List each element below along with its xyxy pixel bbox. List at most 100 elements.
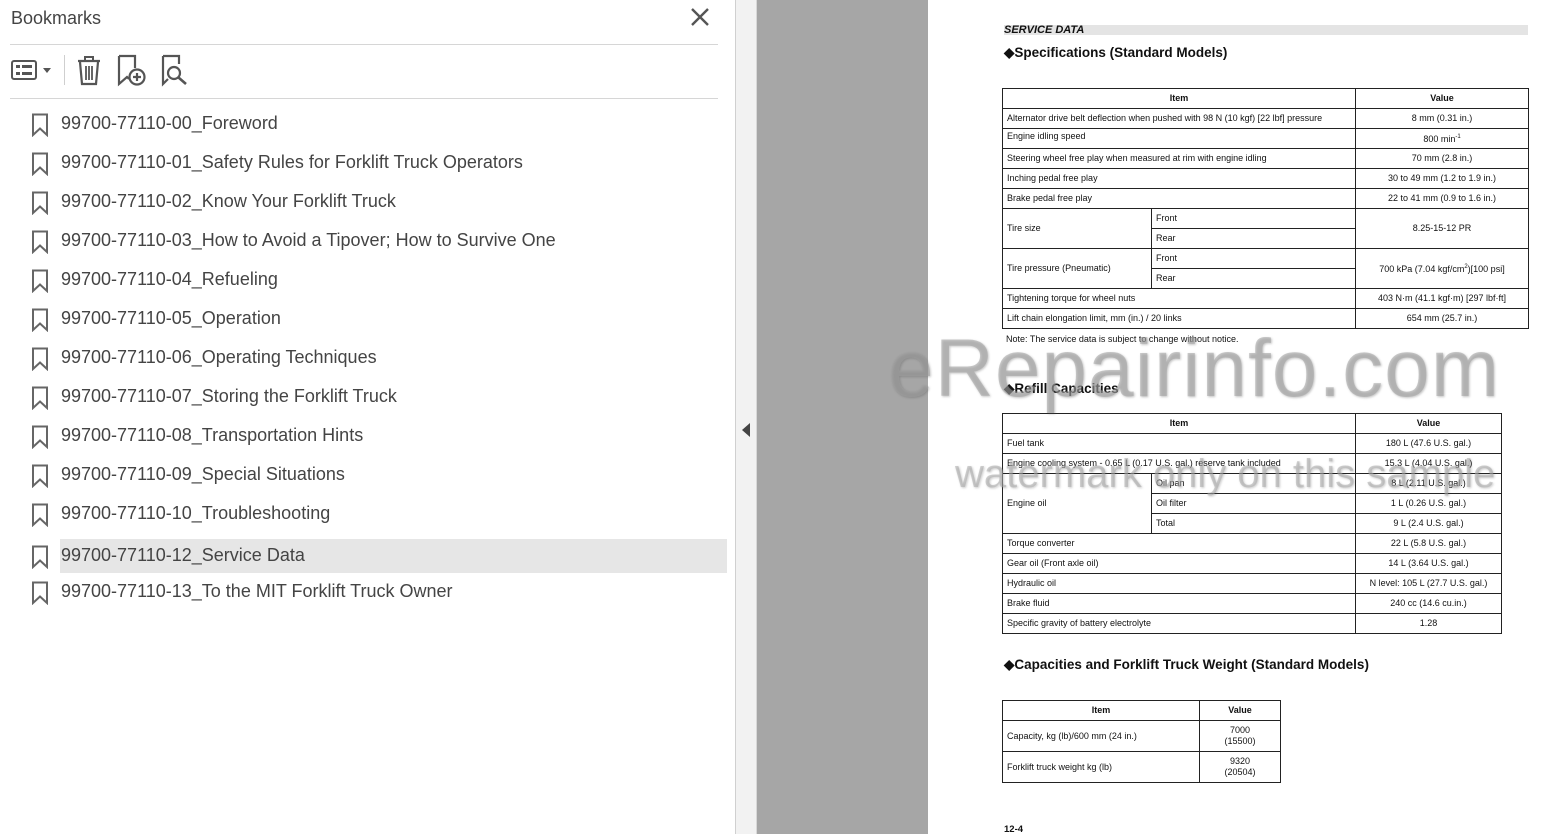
cell-subitem: Rear: [1151, 268, 1356, 289]
options-menu-icon[interactable]: [10, 52, 54, 88]
bookmark-item-special-situations[interactable]: 99700-77110-09_Special Situations: [0, 458, 727, 492]
cell-value: 70 mm (2.8 in.): [1355, 148, 1529, 169]
bookmark-item-operation[interactable]: 99700-77110-05_Operation: [0, 302, 727, 336]
table-row: Steering wheel free play when measured a…: [1002, 148, 1529, 169]
cell-value: 22 to 41 mm (0.9 to 1.6 in.): [1355, 188, 1529, 209]
value-text: 800 min: [1423, 134, 1456, 144]
divider: [10, 98, 718, 99]
column-header: Item: [1002, 88, 1356, 109]
bookmark-label: 99700-77110-07_Storing the Forklift Truc…: [61, 386, 397, 406]
new-bookmark-icon[interactable]: [114, 52, 148, 88]
cell-item: Fuel tank: [1002, 433, 1356, 454]
toolbar-divider: [64, 55, 65, 85]
table-row: Fuel tank 180 L (47.6 U.S. gal.): [1002, 433, 1502, 454]
cell-item: Tightening torque for wheel nuts: [1002, 288, 1356, 309]
bookmark-item-tipover[interactable]: 99700-77110-03_How to Avoid a Tipover; H…: [0, 224, 727, 258]
bookmark-icon: [32, 191, 48, 215]
bookmark-item-troubleshooting[interactable]: 99700-77110-10_Troubleshooting: [0, 497, 727, 531]
bookmark-label: 99700-77110-05_Operation: [61, 308, 281, 328]
bookmark-icon: [32, 347, 48, 371]
bookmark-icon: [32, 269, 48, 293]
bookmark-item-service-data[interactable]: 99700-77110-12_Service Data: [0, 539, 727, 573]
cell-value: 700 kPa (7.04 kgf/cm2)[100 psi]: [1355, 248, 1529, 289]
cell-item: Hydraulic oil: [1002, 573, 1356, 594]
column-header: Value: [1355, 88, 1529, 109]
cell-value: 403 N·m (41.1 kgf·m) [297 lbf·ft]: [1355, 288, 1529, 309]
table-row: Brake fluid 240 cc (14.6 cu.in.): [1002, 593, 1502, 614]
bookmark-icon: [32, 386, 48, 410]
watermark-logo: eRepairinfo.com: [888, 323, 1501, 414]
table-header-row: Item Value: [1002, 413, 1502, 434]
cell-value: 1.28: [1355, 613, 1502, 634]
table-header-row: Item Value: [1002, 88, 1529, 109]
cell-subitem: Total: [1151, 513, 1356, 534]
bookmark-label: 99700-77110-01_Safety Rules for Forklift…: [61, 152, 523, 172]
panel-splitter[interactable]: [736, 0, 757, 834]
cell-value: 8 mm (0.31 in.): [1355, 108, 1529, 129]
bookmark-item-storing[interactable]: 99700-77110-07_Storing the Forklift Truc…: [0, 380, 727, 414]
bookmark-icon: [32, 464, 48, 488]
value-superscript: -1: [1455, 134, 1461, 140]
cell-value: 14 L (3.64 U.S. gal.): [1355, 553, 1502, 574]
watermark-text: watermark only on this sample: [955, 452, 1496, 496]
bookmark-label: 99700-77110-04_Refueling: [61, 269, 278, 289]
bookmark-item-safety-rules[interactable]: 99700-77110-01_Safety Rules for Forklift…: [0, 146, 727, 180]
section-header: SERVICE DATA: [1004, 24, 1085, 36]
delete-bookmark-icon[interactable]: [74, 52, 104, 88]
cell-value: 9 L (2.4 U.S. gal.): [1355, 513, 1502, 534]
cell-value: 8.25-15-12 PR: [1355, 208, 1529, 249]
bookmark-icon: [32, 230, 48, 254]
table-row: Inching pedal free play 30 to 49 mm (1.2…: [1002, 168, 1529, 189]
cell-item: Forklift truck weight kg (lb): [1002, 751, 1200, 783]
document-background: [757, 0, 928, 834]
value-text: (20504): [1224, 767, 1256, 777]
cell-item: Gear oil (Front axle oil): [1002, 553, 1356, 574]
table-header-row: Item Value: [1002, 700, 1281, 721]
cell-subitem: Front: [1151, 248, 1356, 269]
bookmark-label: 99700-77110-10_Troubleshooting: [61, 503, 331, 523]
bookmark-item-foreword[interactable]: 99700-77110-00_Foreword: [0, 107, 727, 141]
bookmark-item-truck-owner[interactable]: 99700-77110-13_To the MIT Forklift Truck…: [0, 575, 727, 609]
bookmark-label: 99700-77110-03_How to Avoid a Tipover; H…: [61, 230, 556, 250]
cell-item: Brake pedal free play: [1002, 188, 1356, 209]
panel-title: Bookmarks: [11, 8, 102, 28]
bookmark-label: 99700-77110-00_Foreword: [61, 113, 278, 133]
bookmark-icon: [32, 503, 48, 527]
column-header: Value: [1199, 700, 1281, 721]
bookmark-item-transportation[interactable]: 99700-77110-08_Transportation Hints: [0, 419, 727, 453]
find-bookmark-icon[interactable]: [158, 52, 190, 88]
column-header: Item: [1002, 413, 1356, 434]
cell-item: Brake fluid: [1002, 593, 1356, 614]
cell-value: 30 to 49 mm (1.2 to 1.9 in.): [1355, 168, 1529, 189]
bookmark-item-know-your-truck[interactable]: 99700-77110-02_Know Your Forklift Truck: [0, 185, 727, 219]
column-header: Value: [1355, 413, 1502, 434]
cell-item: Alternator drive belt deflection when pu…: [1002, 108, 1356, 129]
cell-value: 7000 (15500): [1199, 720, 1281, 752]
cell-item: Tire size: [1002, 208, 1152, 249]
bookmarks-panel: Bookmarks 99700-77110-00_Foreword 99700-…: [0, 0, 736, 834]
cell-item: Engine idling speed: [1002, 128, 1356, 149]
bookmark-icon: [32, 152, 48, 176]
cell-value: 240 cc (14.6 cu.in.): [1355, 593, 1502, 614]
bookmark-icon: [32, 113, 48, 137]
cell-value: 9320 (20504): [1199, 751, 1281, 783]
bookmark-icon: [32, 581, 48, 605]
bookmark-item-operating-techniques[interactable]: 99700-77110-06_Operating Techniques: [0, 341, 727, 375]
table-row: Specific gravity of battery electrolyte …: [1002, 613, 1502, 634]
specifications-heading: ◆Specifications (Standard Models): [1004, 45, 1228, 60]
bookmark-item-refueling[interactable]: 99700-77110-04_Refueling: [0, 263, 727, 297]
cell-item: Torque converter: [1002, 533, 1356, 554]
capacities-table: Item Value Capacity, kg (lb)/600 mm (24 …: [1002, 700, 1281, 783]
cell-item: Inching pedal free play: [1002, 168, 1356, 189]
column-header: Item: [1002, 700, 1200, 721]
table-row: Brake pedal free play 22 to 41 mm (0.9 t…: [1002, 188, 1529, 209]
cell-subitem: Front: [1151, 208, 1356, 229]
table-row: Alternator drive belt deflection when pu…: [1002, 108, 1529, 129]
bookmark-label: 99700-77110-13_To the MIT Forklift Truck…: [61, 581, 453, 601]
table-row: Tire pressure (Pneumatic) Front 700 kPa …: [1002, 248, 1529, 289]
close-icon[interactable]: [688, 4, 712, 30]
table-row: Tire size Front 8.25-15-12 PR: [1002, 208, 1529, 249]
collapse-arrow-icon[interactable]: [741, 422, 751, 438]
capacities-heading: ◆Capacities and Forklift Truck Weight (S…: [1004, 657, 1369, 672]
table-row: Torque converter 22 L (5.8 U.S. gal.): [1002, 533, 1502, 554]
